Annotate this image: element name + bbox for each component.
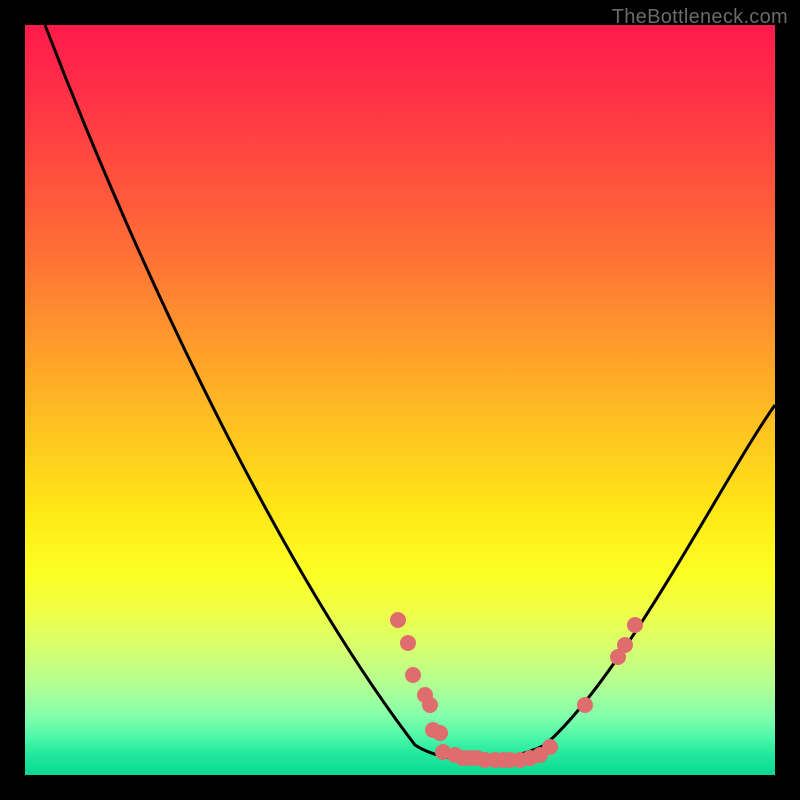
data-point <box>627 617 643 633</box>
data-point <box>390 612 406 628</box>
data-point <box>617 637 633 653</box>
data-point <box>405 667 421 683</box>
chart-svg <box>25 25 775 775</box>
data-point <box>577 697 593 713</box>
data-point <box>432 725 448 741</box>
data-point <box>400 635 416 651</box>
scatter-points <box>390 612 643 768</box>
data-point <box>542 739 558 755</box>
data-point <box>422 697 438 713</box>
chart-area <box>25 25 775 775</box>
